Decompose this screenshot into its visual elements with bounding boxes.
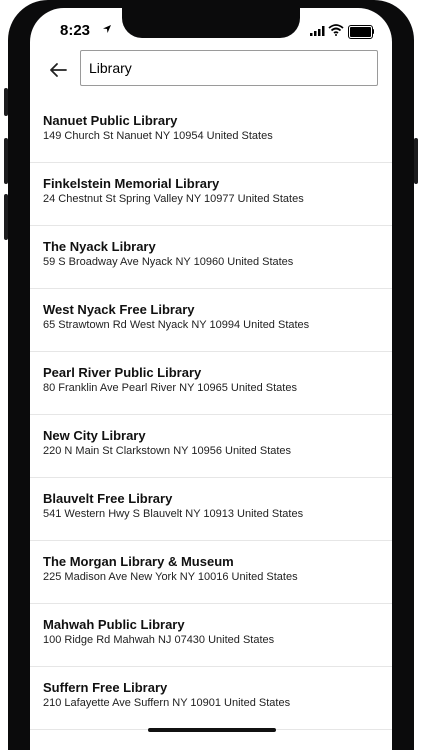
mute-switch (4, 88, 8, 116)
library-address: 24 Chestnut St Spring Valley NY 10977 Un… (43, 193, 304, 205)
library-name: West Nyack Free Library (43, 302, 195, 317)
library-address: 65 Strawtown Rd West Nyack NY 10994 Unit… (43, 319, 310, 331)
library-name: The Nyack Library (43, 239, 156, 254)
battery-tip (372, 29, 374, 34)
location-arrow-icon (103, 25, 111, 33)
battery-icon (348, 25, 373, 39)
library-name: New City Library (43, 428, 146, 443)
list-item[interactable]: Suffern Free Library 210 Lafayette Ave S… (30, 667, 392, 730)
notch (122, 8, 300, 38)
cellular-signal-icon (310, 26, 325, 36)
list-item[interactable]: The Nyack Library 59 S Broadway Ave Nyac… (30, 226, 392, 289)
library-name: Nanuet Public Library (43, 113, 178, 128)
library-name: Pearl River Public Library (43, 365, 202, 380)
list-item[interactable]: New City Library 220 N Main St Clarkstow… (30, 415, 392, 478)
library-address: 541 Western Hwy S Blauvelt NY 10913 Unit… (43, 508, 304, 520)
volume-down-button (4, 194, 8, 240)
back-arrow-icon[interactable] (46, 58, 70, 82)
list-item[interactable]: Mahwah Public Library 100 Ridge Rd Mahwa… (30, 604, 392, 667)
library-name: The Morgan Library & Museum (43, 554, 234, 569)
list-item[interactable]: Pearl River Public Library 80 Franklin A… (30, 352, 392, 415)
app-screen: 8:23 Nanuet Public Library 149 Church St… (30, 8, 392, 750)
search-input[interactable] (80, 50, 378, 86)
home-indicator[interactable] (148, 728, 276, 732)
library-address: 149 Church St Nanuet NY 10954 United Sta… (43, 130, 273, 142)
list-item[interactable]: Finkelstein Memorial Library 24 Chestnut… (30, 163, 392, 226)
power-button (414, 138, 418, 184)
library-address: 225 Madison Ave New York NY 10016 United… (43, 571, 298, 583)
list-item[interactable]: West Nyack Free Library 65 Strawtown Rd … (30, 289, 392, 352)
library-name: Mahwah Public Library (43, 617, 185, 632)
list-item[interactable]: Blauvelt Free Library 541 Western Hwy S … (30, 478, 392, 541)
status-time: 8:23 (60, 22, 91, 39)
library-address: 100 Ridge Rd Mahwah NJ 07430 United Stat… (43, 634, 275, 646)
library-address: 220 N Main St Clarkstown NY 10956 United… (43, 445, 292, 457)
library-address: 59 S Broadway Ave Nyack NY 10960 United … (43, 256, 294, 268)
library-address: 80 Franklin Ave Pearl River NY 10965 Uni… (43, 382, 297, 394)
wifi-icon (328, 24, 344, 36)
list-item[interactable]: Nanuet Public Library 149 Church St Nanu… (30, 100, 392, 163)
list-item[interactable]: The Morgan Library & Museum 225 Madison … (30, 541, 392, 604)
library-name: Blauvelt Free Library (43, 491, 173, 506)
library-name: Finkelstein Memorial Library (43, 176, 220, 191)
volume-up-button (4, 138, 8, 184)
library-name: Suffern Free Library (43, 680, 168, 695)
library-address: 210 Lafayette Ave Suffern NY 10901 Unite… (43, 697, 291, 709)
results-list: Nanuet Public Library 149 Church St Nanu… (30, 100, 392, 730)
